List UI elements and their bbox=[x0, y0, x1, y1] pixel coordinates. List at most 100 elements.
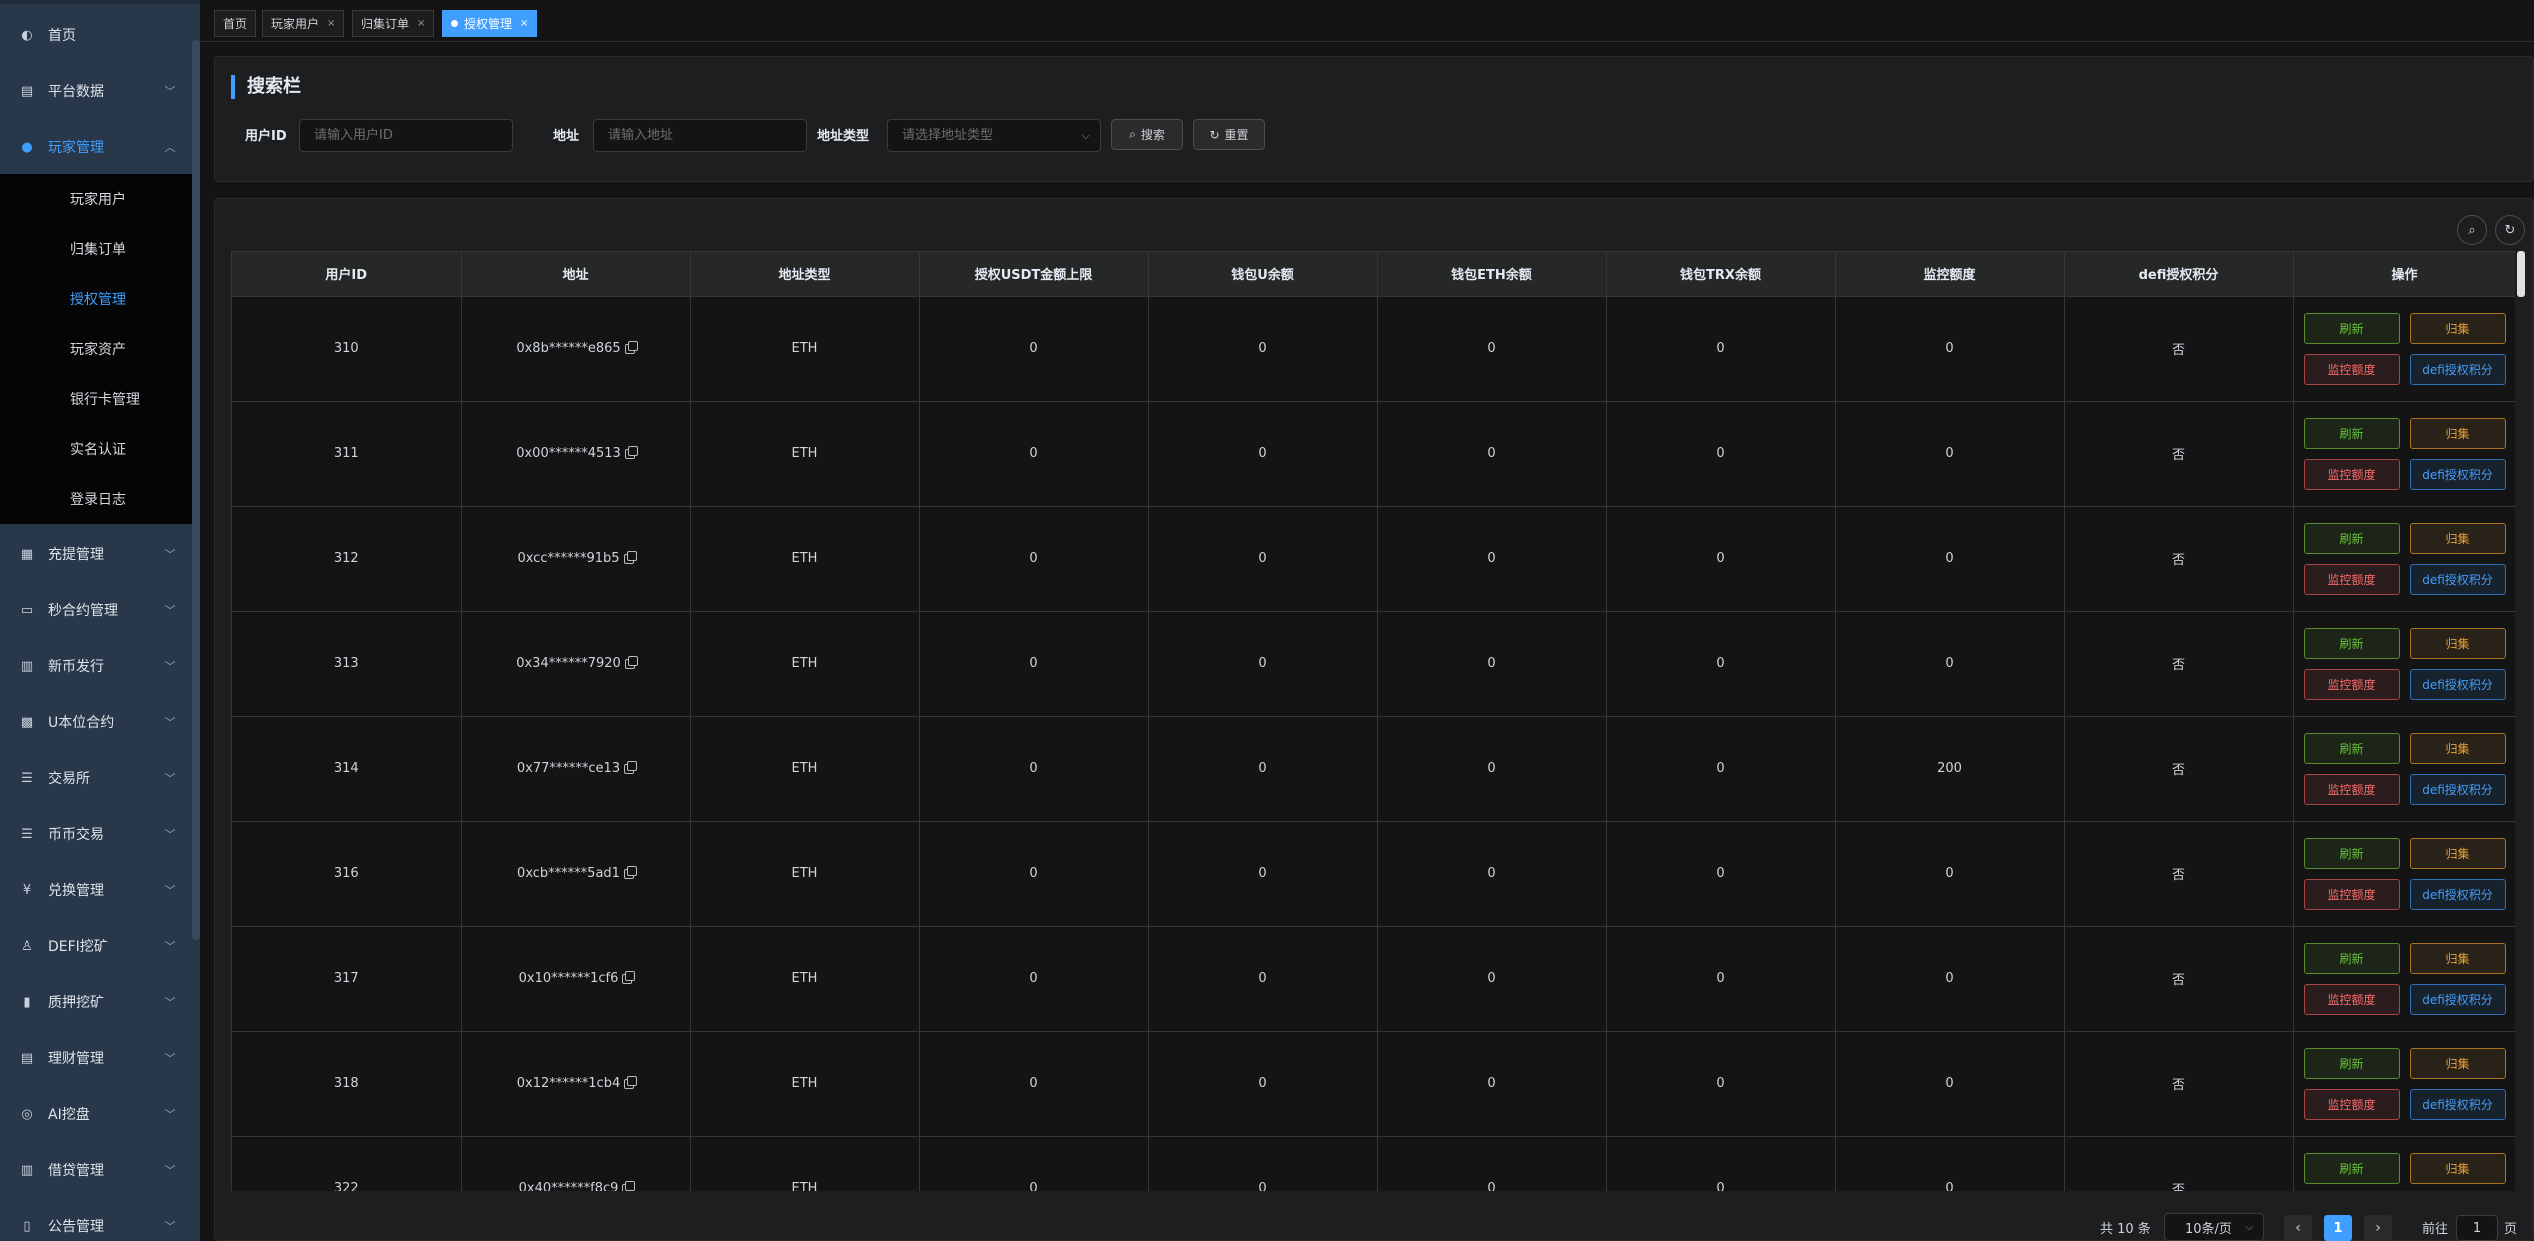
table-row: 316 0xcb******5ad1 ETH 0 0 0 0 0 否刷新 归集 监控额度 defi授权… bbox=[232, 821, 2515, 927]
sidebar-item-label: 平台数据 bbox=[48, 84, 104, 100]
copy-icon[interactable] bbox=[623, 550, 637, 564]
submenu-item-0[interactable]: 玩家用户 bbox=[0, 174, 200, 224]
cell-id: 316 bbox=[232, 821, 462, 927]
collect-button[interactable]: 归集 bbox=[2409, 312, 2506, 344]
submenu-item-3[interactable]: 玩家资产 bbox=[0, 324, 200, 374]
submenu-item-5[interactable]: 实名认证 bbox=[0, 424, 200, 474]
collect-button[interactable]: 归集 bbox=[2409, 1047, 2506, 1079]
table-row: 313 0x34******7920 ETH 0 0 0 0 0 否刷新 归集 监控额度 defi授权… bbox=[232, 611, 2516, 717]
collect-button[interactable]: 归集 bbox=[2409, 1152, 2506, 1184]
monitor-limit-button[interactable]: 监控额度 bbox=[2303, 668, 2400, 700]
sidebar-item-3[interactable]: ▦ 充提管理 ﹀ bbox=[0, 526, 200, 582]
collect-button[interactable]: 归集 bbox=[2409, 522, 2506, 554]
close-icon[interactable]: × bbox=[417, 18, 425, 29]
copy-icon[interactable] bbox=[624, 445, 638, 459]
address-text: 0x34******7920 bbox=[516, 656, 621, 671]
refresh-button[interactable]: 刷新 bbox=[2303, 837, 2400, 869]
next-page-button[interactable]: › bbox=[2364, 1215, 2392, 1241]
column-header-3: 授权USDT金额上限 bbox=[919, 252, 1149, 297]
submenu-item-2[interactable]: 授权管理 bbox=[0, 274, 200, 324]
close-icon[interactable]: × bbox=[520, 18, 528, 29]
defi-points-button[interactable]: defi授权积分 bbox=[2409, 458, 2506, 490]
tag-3[interactable]: 授权管理 × bbox=[442, 10, 538, 37]
copy-icon[interactable] bbox=[622, 1180, 636, 1191]
collect-button[interactable]: 归集 bbox=[2409, 732, 2506, 764]
tag-1[interactable]: 玩家用户 × bbox=[262, 10, 345, 37]
defi-points-button[interactable]: defi授权积分 bbox=[2409, 563, 2506, 595]
address-type-select[interactable]: 请选择地址类型 ⌵ bbox=[887, 119, 1101, 152]
monitor-limit-button[interactable]: 监控额度 bbox=[2303, 353, 2400, 385]
address-input[interactable]: 请输入地址 bbox=[593, 119, 807, 152]
sidebar-item-0[interactable]: ◐ 首页 bbox=[0, 7, 200, 63]
collect-button[interactable]: 归集 bbox=[2409, 942, 2506, 974]
reset-button[interactable]: ↻ 重置 bbox=[1193, 119, 1265, 150]
defi-points-button[interactable]: defi授权积分 bbox=[2409, 878, 2506, 910]
refresh-button[interactable]: 刷新 bbox=[2303, 312, 2400, 344]
monitor-limit-button[interactable]: 监控额度 bbox=[2303, 773, 2400, 805]
monitor-limit-button[interactable]: 监控额度 bbox=[2303, 1088, 2400, 1120]
refresh-button[interactable]: 刷新 bbox=[2303, 942, 2400, 974]
cell-monitor: 0 bbox=[1835, 1136, 2065, 1191]
sidebar-item-14[interactable]: ▥ 借贷管理 ﹀ bbox=[0, 1142, 200, 1198]
table-scrollbar[interactable] bbox=[2517, 251, 2525, 297]
sidebar-item-1[interactable]: ▤ 平台数据 ﹀ bbox=[0, 63, 200, 119]
tag-2[interactable]: 归集订单 × bbox=[352, 10, 435, 37]
refresh-button[interactable]: 刷新 bbox=[2303, 1047, 2400, 1079]
sidebar-item-10[interactable]: ♙ DEFI挖矿 ﹀ bbox=[0, 918, 200, 974]
copy-icon[interactable] bbox=[624, 655, 638, 669]
collect-button[interactable]: 归集 bbox=[2409, 627, 2506, 659]
cell-defi: 否 bbox=[2064, 1031, 2294, 1137]
sidebar-scrollbar[interactable] bbox=[192, 40, 200, 940]
defi-points-button[interactable]: defi授权积分 bbox=[2409, 668, 2506, 700]
submenu-item-1[interactable]: 归集订单 bbox=[0, 224, 200, 274]
sidebar-item-5[interactable]: ▥ 新币发行 ﹀ bbox=[0, 638, 200, 694]
sidebar-item-9[interactable]: ¥ 兑换管理 ﹀ bbox=[0, 862, 200, 918]
sidebar-item-7[interactable]: ☰ 交易所 ﹀ bbox=[0, 750, 200, 806]
row-actions: 刷新归集监控额度 defi授权积分 bbox=[2294, 627, 2516, 700]
close-icon[interactable]: × bbox=[327, 18, 335, 29]
page-number-1[interactable]: 1 bbox=[2324, 1215, 2352, 1241]
defi-points-button[interactable]: defi授权积分 bbox=[2409, 353, 2506, 385]
defi-points-button[interactable]: defi授权积分 bbox=[2409, 1088, 2506, 1120]
defi-points-button[interactable]: defi授权积分 bbox=[2409, 983, 2506, 1015]
copy-icon[interactable] bbox=[623, 865, 637, 879]
refresh-button[interactable]: 刷新 bbox=[2303, 1152, 2400, 1184]
sidebar-item-12[interactable]: ▤ 理财管理 ﹀ bbox=[0, 1030, 200, 1086]
submenu-item-4[interactable]: 银行卡管理 bbox=[0, 374, 200, 424]
page-size-select[interactable]: 10条/页 ⌵ bbox=[2164, 1213, 2264, 1241]
toggle-search-button[interactable]: ⌕ bbox=[2457, 215, 2487, 245]
collect-button[interactable]: 归集 bbox=[2409, 417, 2506, 449]
cell-actions: 刷新归集监控额度 defi授权积分 bbox=[2293, 296, 2515, 402]
refresh-table-button[interactable]: ↻ bbox=[2495, 215, 2525, 245]
monitor-limit-button[interactable]: 监控额度 bbox=[2303, 878, 2400, 910]
tag-0[interactable]: 首页 bbox=[214, 10, 257, 37]
refresh-button[interactable]: 刷新 bbox=[2303, 732, 2400, 764]
refresh-button[interactable]: 刷新 bbox=[2303, 522, 2400, 554]
goto-page-input[interactable]: 1 bbox=[2456, 1215, 2498, 1241]
sidebar-item-2[interactable]: ● 玩家管理 ︿ bbox=[0, 119, 200, 175]
sidebar-item-4[interactable]: ▭ 秒合约管理 ﹀ bbox=[0, 582, 200, 638]
sidebar-item-6[interactable]: ▩ U本位合约 ﹀ bbox=[0, 694, 200, 750]
defi-points-button[interactable]: defi授权积分 bbox=[2409, 773, 2506, 805]
sidebar-item-13[interactable]: ◎ AI挖盘 ﹀ bbox=[0, 1086, 200, 1142]
monitor-limit-button[interactable]: 监控额度 bbox=[2303, 563, 2400, 595]
chevron-down-icon: ﹀ bbox=[164, 772, 176, 785]
monitor-limit-button[interactable]: 监控额度 bbox=[2303, 458, 2400, 490]
copy-icon[interactable] bbox=[624, 340, 638, 354]
copy-icon[interactable] bbox=[624, 1075, 638, 1089]
user-id-input[interactable]: 请输入用户ID bbox=[299, 119, 513, 152]
table-header-row: 用户ID 地址 地址类型 授权USDT金额上限 钱包U余额 钱包ETH余额 钱包TRX余额监… bbox=[232, 252, 2515, 297]
sidebar-item-8[interactable]: ☰ 币币交易 ﹀ bbox=[0, 806, 200, 862]
sidebar-item-15[interactable]: ▯ 公告管理 ﹀ bbox=[0, 1198, 200, 1241]
submenu-item-6[interactable]: 登录日志 bbox=[0, 474, 200, 524]
monitor-limit-button[interactable]: 监控额度 bbox=[2303, 983, 2400, 1015]
refresh-button[interactable]: 刷新 bbox=[2303, 417, 2400, 449]
copy-icon[interactable] bbox=[622, 970, 636, 984]
copy-icon[interactable] bbox=[624, 760, 638, 774]
collect-button[interactable]: 归集 bbox=[2409, 837, 2506, 869]
column-header-9: 操作 bbox=[2293, 252, 2515, 297]
search-button[interactable]: ⌕ 搜索 bbox=[1111, 119, 1183, 150]
sidebar-item-11[interactable]: ▮ 质押挖矿 ﹀ bbox=[0, 974, 200, 1030]
refresh-button[interactable]: 刷新 bbox=[2303, 627, 2400, 659]
prev-page-button[interactable]: ‹ bbox=[2284, 1215, 2312, 1241]
